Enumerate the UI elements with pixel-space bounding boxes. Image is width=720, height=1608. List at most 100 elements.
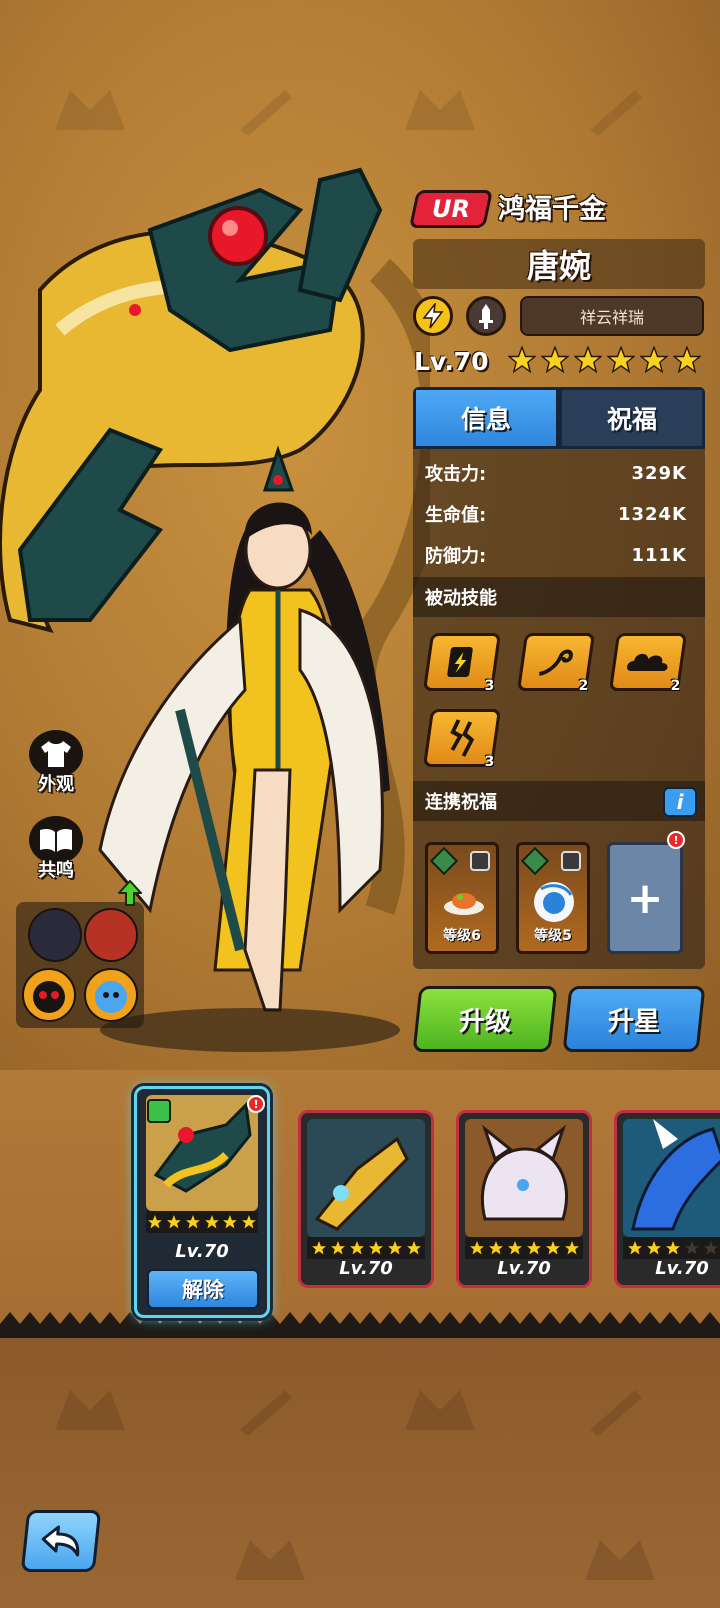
roster-card[interactable]: Lv.70 xyxy=(456,1110,592,1288)
star-icon xyxy=(625,1239,644,1257)
skill-slot-swirl[interactable]: 2 xyxy=(516,633,596,694)
roster-stars xyxy=(465,1237,583,1259)
star-icon xyxy=(328,1239,347,1257)
watermark-icon xyxy=(240,1390,292,1436)
companion-avatar[interactable] xyxy=(28,908,82,962)
roster-card[interactable]: Lv.70 xyxy=(614,1110,720,1288)
hero-level: Lv.70 xyxy=(414,347,489,376)
panel-tabs: 信息 祝福 xyxy=(413,387,705,449)
roster-stars xyxy=(307,1237,425,1259)
pet-portrait xyxy=(623,1119,720,1237)
skill-count: 2 xyxy=(578,678,589,694)
ice-orb-icon xyxy=(534,882,574,922)
element-tag-icon xyxy=(520,846,550,876)
star-icon xyxy=(524,1239,543,1257)
star-icon xyxy=(673,346,701,374)
roster-level: Lv.70 xyxy=(339,1258,393,1279)
skill-count: 3 xyxy=(484,754,495,770)
watermark-icon xyxy=(405,1390,475,1430)
bond-card[interactable]: 等级5 xyxy=(516,842,590,954)
stat-value: 1324K xyxy=(617,503,687,525)
star-icon xyxy=(663,1239,682,1257)
star-up-button[interactable]: 升星 xyxy=(562,986,706,1052)
heart-tag-icon xyxy=(561,851,581,871)
bond-card-level: 等级5 xyxy=(534,928,572,944)
star-icon xyxy=(347,1239,366,1257)
heart-tag-icon xyxy=(470,851,490,871)
stat-label: 防御力: xyxy=(425,546,487,567)
roster-card[interactable]: Lv.70 xyxy=(298,1110,434,1288)
stat-label: 生命值: xyxy=(425,505,487,526)
food-plate-icon xyxy=(444,893,484,915)
watermark-icon xyxy=(240,90,292,136)
stat-row-attack: 攻击力: 329K xyxy=(413,453,705,493)
zigzag-divider xyxy=(0,1312,720,1338)
hero-stars xyxy=(508,346,701,374)
star-icon xyxy=(404,1239,423,1257)
pet-portrait xyxy=(307,1119,425,1237)
roster-level: Lv.70 xyxy=(497,1258,551,1279)
card-lightning-icon xyxy=(447,647,473,677)
rarity-label: UR xyxy=(432,195,470,223)
watermark-icon xyxy=(590,1390,642,1436)
equipped-tag-icon xyxy=(147,1099,171,1123)
back-button[interactable] xyxy=(20,1510,102,1572)
tab-info[interactable]: 信息 xyxy=(413,387,559,449)
swirl-icon xyxy=(539,649,573,676)
star-icon xyxy=(574,346,602,374)
star-icon xyxy=(146,1213,164,1231)
star-icon xyxy=(541,346,569,374)
roster-card-selected[interactable]: ! Lv.70 解除 xyxy=(134,1086,270,1318)
element-tag-icon xyxy=(429,846,459,876)
trait-label[interactable]: 祥云祥瑞 xyxy=(520,296,704,336)
companion-avatar[interactable] xyxy=(84,968,138,1022)
bond-blessing-header: 连携祝福 i xyxy=(413,781,705,821)
watermark-icon xyxy=(585,1540,655,1580)
star-icon xyxy=(164,1213,183,1231)
star-icon xyxy=(366,1239,385,1257)
skill-count: 3 xyxy=(484,678,495,694)
upgrade-button[interactable]: 升级 xyxy=(412,986,558,1052)
sword-icon[interactable] xyxy=(466,296,506,336)
lightning-icon[interactable] xyxy=(413,296,453,336)
release-button[interactable]: 解除 xyxy=(147,1269,259,1309)
roster-stars xyxy=(623,1237,720,1259)
bond-card[interactable]: 等级6 xyxy=(425,842,499,954)
pet-portrait xyxy=(465,1119,583,1237)
skill-count: 2 xyxy=(670,678,681,694)
appearance-button[interactable]: 外观 xyxy=(20,728,92,798)
companion-avatar[interactable] xyxy=(22,968,76,1022)
crack-icon xyxy=(450,719,475,757)
star-icon xyxy=(543,1239,562,1257)
resonance-button[interactable]: 共鸣 xyxy=(20,814,92,884)
info-button[interactable]: i xyxy=(663,787,697,817)
bond-card-level: 等级6 xyxy=(443,928,481,944)
hero-name-box: 唐婉 xyxy=(413,239,705,289)
watermark-icon xyxy=(590,90,642,136)
add-bond-button[interactable]: + xyxy=(607,842,683,954)
star-icon xyxy=(309,1239,328,1257)
companion-avatar[interactable] xyxy=(84,908,138,962)
hero-name: 唐婉 xyxy=(526,247,591,285)
star-icon xyxy=(505,1239,524,1257)
roster-level: Lv.70 xyxy=(175,1241,229,1262)
star-icon xyxy=(644,1239,663,1257)
star-icon xyxy=(682,1239,701,1257)
watermark-icon xyxy=(55,1390,125,1430)
rarity-badge: UR xyxy=(408,190,494,228)
watermark-icon xyxy=(235,1540,305,1580)
star-icon xyxy=(486,1239,505,1257)
star-icon xyxy=(701,1239,720,1257)
stat-row-hp: 生命值: 1324K xyxy=(413,494,705,534)
skill-slot-card-lightning[interactable]: 3 xyxy=(422,633,502,694)
star-icon xyxy=(562,1239,581,1257)
stat-value: 111K xyxy=(631,544,687,566)
star-icon xyxy=(640,346,668,374)
roster-stars xyxy=(146,1211,258,1233)
skill-slot-crack[interactable]: 3 xyxy=(422,709,502,770)
star-icon xyxy=(240,1213,258,1231)
star-icon xyxy=(385,1239,404,1257)
skill-slot-cloud[interactable]: 2 xyxy=(608,633,688,694)
passive-skills-header: 被动技能 xyxy=(413,577,705,617)
tab-blessing[interactable]: 祝福 xyxy=(559,387,705,449)
